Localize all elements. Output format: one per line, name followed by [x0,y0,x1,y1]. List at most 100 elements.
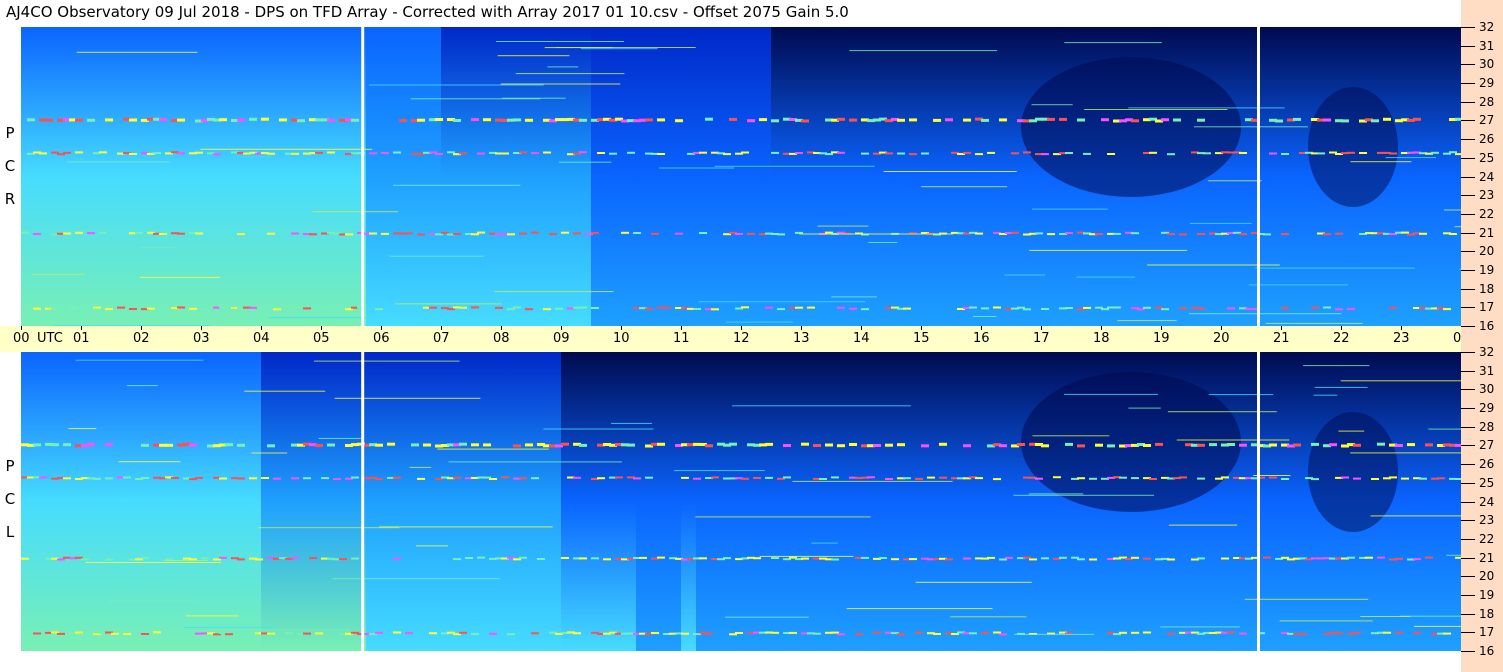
interference-band [99,231,107,234]
spectrogram-column [921,27,937,326]
spectrogram-column [786,352,802,651]
interference-band [795,152,803,154]
spectrogram-column [1416,352,1432,651]
spectrogram-column [276,27,292,326]
interference-band [579,118,587,122]
interference-band [573,476,581,479]
lcp-spectrogram [21,352,1461,651]
spectrogram-column [291,27,307,326]
interference-band [105,308,113,311]
spectrogram-column [1431,27,1447,326]
spectrogram-column [696,352,712,651]
spectrogram-column [861,352,877,651]
freq-tick-mark [1461,251,1475,252]
interference-band [1413,631,1421,634]
freq-tick-label: 16 [1479,644,1495,658]
interference-band [69,307,77,310]
interference-band [645,307,653,310]
interference-band [1395,557,1403,560]
freq-tick-label: 30 [1479,382,1495,396]
freq-tick-label: 28 [1479,420,1495,434]
interference-band [63,443,71,447]
interference-band [1113,232,1121,235]
spectrogram-column [861,27,877,326]
interference-band [921,444,929,448]
interference-band [1131,119,1139,123]
spectrogram-column [621,27,637,326]
interference-band [771,119,779,123]
spectrogram-column [531,352,547,651]
interference-band [1197,307,1205,310]
interference-band [747,232,755,235]
interference-band [1209,443,1217,447]
interference-band [897,633,905,636]
interference-band [171,477,179,479]
interference-band [1383,117,1391,121]
interference-band [1269,152,1277,155]
time-tick-label: UTC [37,331,63,346]
freq-tick-mark [1461,502,1475,503]
spectrogram-column [666,352,682,651]
spectrogram-column [231,27,247,326]
freq-tick-label: 26 [1479,457,1495,471]
interference-band [351,476,359,479]
interference-band [741,306,749,309]
interference-band [267,232,275,235]
interference-band [1065,442,1073,446]
signal-streak [1265,322,1363,324]
interference-band [963,557,971,560]
interference-band [1197,443,1205,447]
interference-band [1431,151,1439,154]
interference-band [711,308,719,311]
lcp-letter-l: L [5,523,15,541]
freq-tick-label: 24 [1479,170,1495,184]
interference-band [699,232,707,234]
interference-band [1425,443,1433,447]
signal-streak [183,627,274,628]
signal-streak [494,291,614,293]
interference-band [225,443,233,447]
spectrogram-column [186,27,202,326]
interference-band [291,306,299,309]
interference-band [1029,558,1037,561]
interference-band [1083,306,1091,309]
interference-band [963,151,971,154]
interference-band [459,631,467,634]
interference-band [543,308,551,311]
spectrogram-column [1221,27,1237,326]
spectrogram-column [351,352,367,651]
spectrogram-column [816,27,832,326]
interference-band [729,442,737,446]
freq-tick-label: 18 [1479,607,1495,621]
lcp-letter-c: C [4,490,16,508]
spectrogram-column [111,27,127,326]
interference-band [1017,443,1025,446]
time-tick-mark [1341,326,1342,330]
interference-band [987,556,995,559]
interference-band [975,232,983,235]
interference-band [75,631,83,634]
interference-band [1023,556,1031,559]
interference-band [1089,558,1097,561]
interference-band [249,306,257,309]
interference-band [63,151,71,154]
spectrogram-column [831,27,847,326]
interference-band [141,443,149,447]
freq-tick-mark [1461,102,1475,103]
interference-band [879,557,887,559]
spectrogram-column [906,27,922,326]
time-tick-mark [201,326,202,330]
time-tick-mark [1101,326,1102,330]
time-tick-label: 21 [1273,331,1290,346]
interference-band [489,478,497,480]
interference-band [111,632,119,635]
interference-band [255,558,263,561]
lcp-spectrogram-svg [21,352,1461,651]
spectrogram-column [351,27,367,326]
freq-tick-label: 20 [1479,569,1495,583]
freq-tick-mark [1461,270,1475,271]
signal-streak [1340,380,1461,382]
interference-band [195,232,203,235]
spectrogram-column [36,27,52,326]
interference-band [657,153,665,155]
